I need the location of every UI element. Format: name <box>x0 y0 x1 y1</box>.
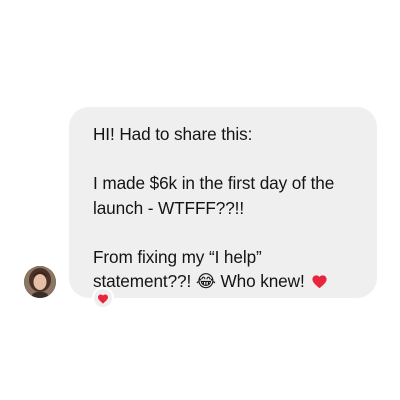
tears-of-joy-emoji: 😂 <box>195 272 216 292</box>
heart-icon <box>98 294 108 304</box>
message-closing: From fixing my “I help” statement??! 😂 W… <box>93 245 361 295</box>
message-closing-tail: Who knew! <box>215 271 310 291</box>
avatar-image <box>24 266 56 298</box>
heart-reaction[interactable] <box>92 287 114 309</box>
avatar[interactable] <box>24 266 56 298</box>
message-greeting: HI! Had to share this: <box>93 124 253 144</box>
message-row: HI! Had to share this: I made $6k in the… <box>0 0 400 400</box>
red-heart-icon <box>312 275 327 289</box>
message-bubble[interactable]: HI! Had to share this: I made $6k in the… <box>69 107 377 298</box>
message-body: I made $6k in the first day of the launc… <box>93 173 335 218</box>
